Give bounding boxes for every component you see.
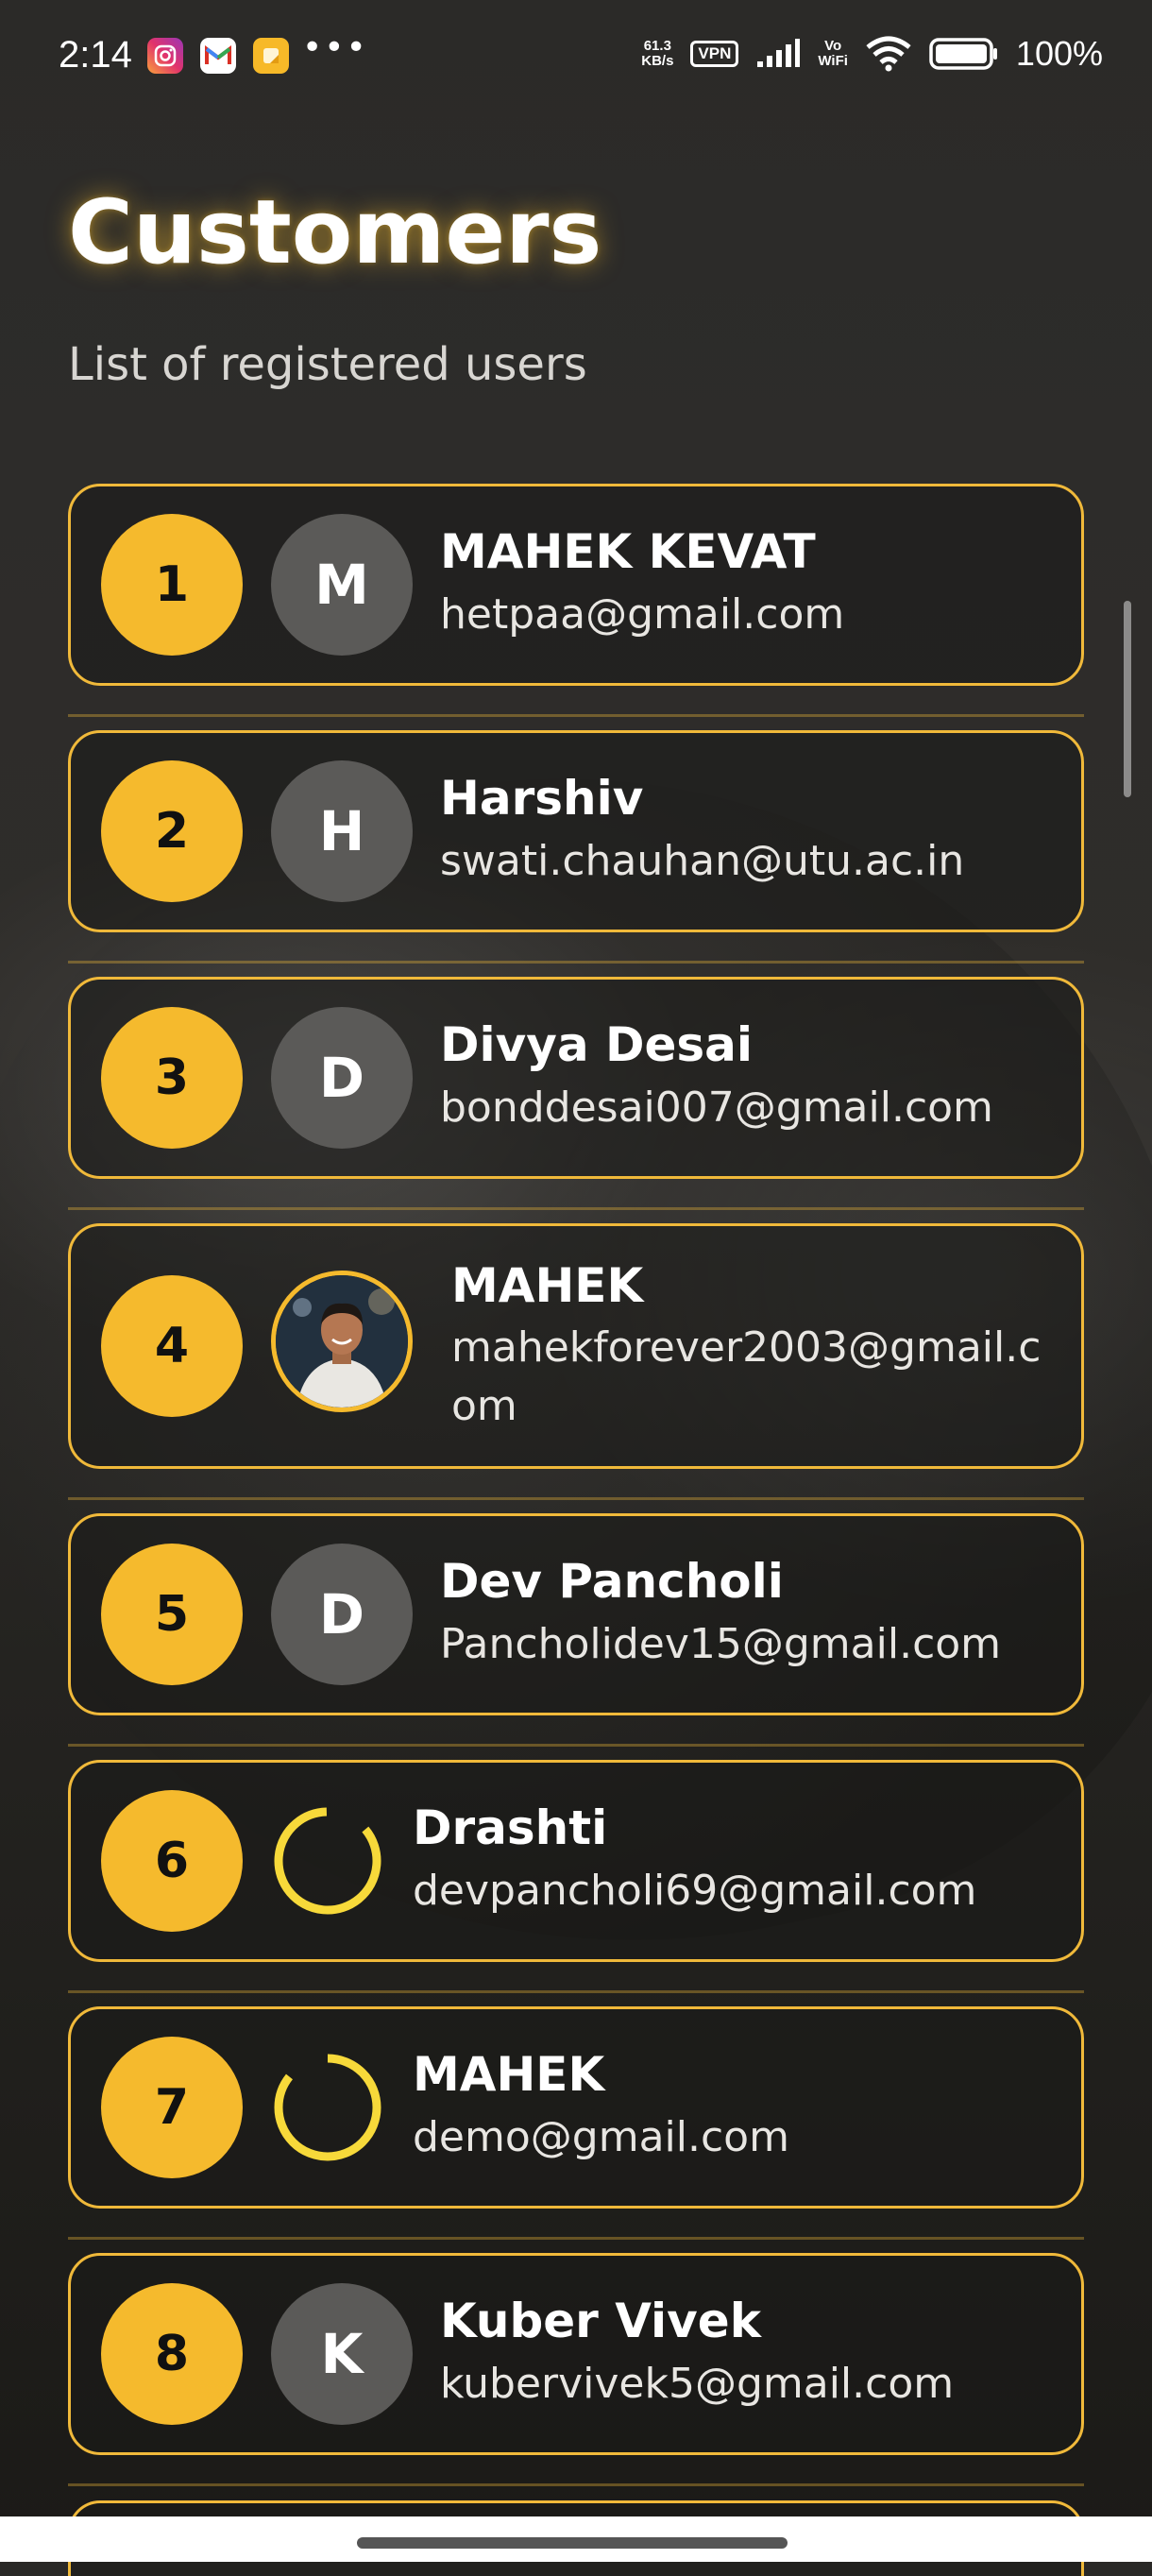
rank-badge: 8 [101, 2283, 243, 2425]
divider [68, 1497, 1084, 1500]
customer-card[interactable]: 6 Drashti devpancholi69@gmail.com [68, 1760, 1084, 1962]
customer-email: swati.chauhan@utu.ac.in [440, 837, 965, 885]
divider [68, 1990, 1084, 1993]
page-subtitle: List of registered users [68, 338, 587, 391]
scrollbar[interactable] [1124, 601, 1131, 797]
customer-email: mahekforever2003@gmail.com [451, 1323, 1042, 1430]
customer-email: demo@gmail.com [413, 2113, 789, 2161]
wifi-icon [866, 36, 911, 72]
signal-icon [757, 39, 801, 67]
customer-email: devpancholi69@gmail.com [413, 1867, 977, 1915]
divider [68, 961, 1084, 964]
customer-name: MAHEK KEVAT [440, 524, 816, 579]
avatar: D [271, 1007, 413, 1149]
home-gesture-handle[interactable] [357, 2537, 788, 2549]
divider [68, 1207, 1084, 1210]
customer-email: kubervivek5@gmail.com [440, 2360, 955, 2408]
customer-email: bonddesai007@gmail.com [440, 1083, 993, 1132]
loading-spinner-icon [274, 2054, 381, 2161]
gmail-icon [200, 38, 236, 74]
customer-name: Divya Desai [440, 1017, 754, 1072]
customer-email: hetpaa@gmail.com [440, 590, 845, 639]
customer-name: Harshiv [440, 771, 644, 826]
battery-icon [929, 38, 997, 70]
divider [68, 2237, 1084, 2240]
instagram-icon [147, 38, 183, 74]
divider [68, 2483, 1084, 2486]
avatar: H [271, 760, 413, 902]
vowifi-icon: Vo WiFi [818, 39, 848, 69]
customer-name: MAHEK [413, 2047, 605, 2102]
customer-email: Pancholidev15@gmail.com [440, 1620, 1002, 1668]
vpn-icon: VPN [690, 41, 739, 67]
rank-badge: 7 [101, 2037, 243, 2178]
avatar: D [271, 1544, 413, 1685]
customer-name: Drashti [413, 1800, 608, 1855]
customer-name: Kuber Vivek [440, 2294, 761, 2348]
vowifi-top: Vo [824, 38, 842, 54]
page-title: Customers [68, 181, 602, 284]
network-speed: 61.3 KB/s [641, 39, 673, 69]
customer-card[interactable]: 2 H Harshiv swati.chauhan@utu.ac.in [68, 730, 1084, 932]
rank-badge: 3 [101, 1007, 243, 1149]
customer-card[interactable]: 1 M MAHEK KEVAT hetpaa@gmail.com [68, 484, 1084, 686]
battery-percent: 100% [1015, 34, 1103, 73]
divider [68, 714, 1084, 717]
vowifi-bottom: WiFi [818, 53, 848, 69]
customer-card[interactable]: 5 D Dev Pancholi Pancholidev15@gmail.com [68, 1513, 1084, 1715]
network-speed-unit: KB/s [641, 53, 674, 69]
customer-card[interactable]: 3 D Divya Desai bonddesai007@gmail.com [68, 977, 1084, 1179]
customer-name: MAHEK [451, 1258, 644, 1313]
notes-icon [253, 38, 289, 74]
rank-badge: 1 [101, 514, 243, 656]
network-speed-value: 61.3 [643, 38, 671, 54]
user-photo-icon [276, 1275, 408, 1407]
avatar-photo [271, 1271, 413, 1412]
divider [68, 1744, 1084, 1747]
customer-card[interactable]: 8 K Kuber Vivek kubervivek5@gmail.com [68, 2253, 1084, 2455]
avatar: M [271, 514, 413, 656]
customer-card[interactable]: 7 MAHEK demo@gmail.com [68, 2006, 1084, 2209]
status-bar: 2:14 ••• 61.3 KB/s VPN Vo WiFi 100% [0, 0, 1152, 113]
more-notifications-icon: ••• [302, 28, 368, 67]
customer-card[interactable]: 4 MAHEK mahekforever2003@gmail.com [68, 1223, 1084, 1469]
avatar: K [271, 2283, 413, 2425]
loading-spinner-icon [274, 1807, 381, 1915]
customer-name: Dev Pancholi [440, 1554, 784, 1609]
rank-badge: 5 [101, 1544, 243, 1685]
rank-badge: 2 [101, 760, 243, 902]
status-time: 2:14 [59, 34, 132, 76]
rank-badge: 6 [101, 1790, 243, 1932]
rank-badge: 4 [101, 1275, 243, 1417]
